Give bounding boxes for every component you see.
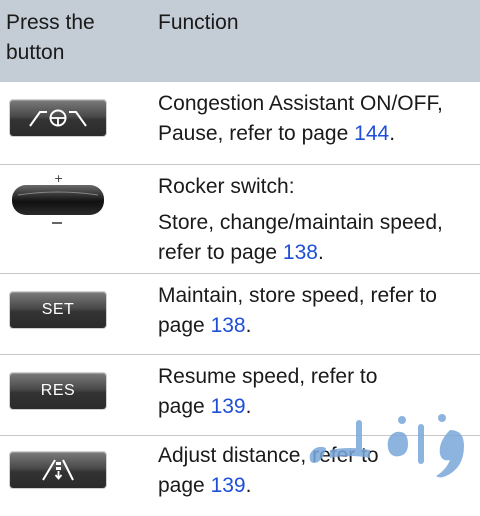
svg-text:+: + bbox=[54, 173, 63, 185]
punctuation: . bbox=[245, 395, 252, 418]
punctuation: . bbox=[317, 241, 324, 264]
function-description: Congestion Assistant ON/OFF, Pause, refe… bbox=[158, 92, 443, 145]
set-button: SET bbox=[10, 292, 106, 328]
function-description: Maintain, store speed, refer to page bbox=[158, 284, 437, 337]
congestion-assistant-icon bbox=[29, 109, 87, 127]
page-link[interactable]: 139 bbox=[211, 395, 246, 418]
table-row: + Rocker switch: Store, change/maintain … bbox=[0, 165, 480, 274]
rocker-switch-icon: + bbox=[12, 173, 104, 224]
function-title: Rocker switch: bbox=[158, 175, 295, 198]
function-text: Rocker switch: Store, change/maintain sp… bbox=[158, 172, 476, 268]
page-link[interactable]: 138 bbox=[283, 241, 318, 264]
congestion-assistant-button bbox=[10, 100, 106, 136]
header-function: Function bbox=[158, 11, 239, 34]
watermark-logo bbox=[309, 414, 464, 478]
table-header: Press the button Function bbox=[0, 0, 480, 82]
header-press-the-button: Press the button bbox=[6, 11, 95, 64]
punctuation: . bbox=[389, 122, 396, 145]
punctuation: . bbox=[245, 314, 252, 337]
table-row: Congestion Assistant ON/OFF, Pause, refe… bbox=[0, 82, 480, 165]
table-row: SET Maintain, store speed, refer to page… bbox=[0, 274, 480, 355]
page-link[interactable]: 139 bbox=[211, 474, 246, 497]
distance-adjust-icon bbox=[42, 459, 74, 481]
function-text: Congestion Assistant ON/OFF, Pause, refe… bbox=[158, 89, 476, 149]
res-button: RES bbox=[10, 373, 106, 409]
page-link[interactable]: 138 bbox=[211, 314, 246, 337]
page-link[interactable]: 144 bbox=[354, 122, 389, 145]
function-text: Maintain, store speed, refer to page 138… bbox=[158, 281, 476, 341]
punctuation: . bbox=[245, 474, 252, 497]
